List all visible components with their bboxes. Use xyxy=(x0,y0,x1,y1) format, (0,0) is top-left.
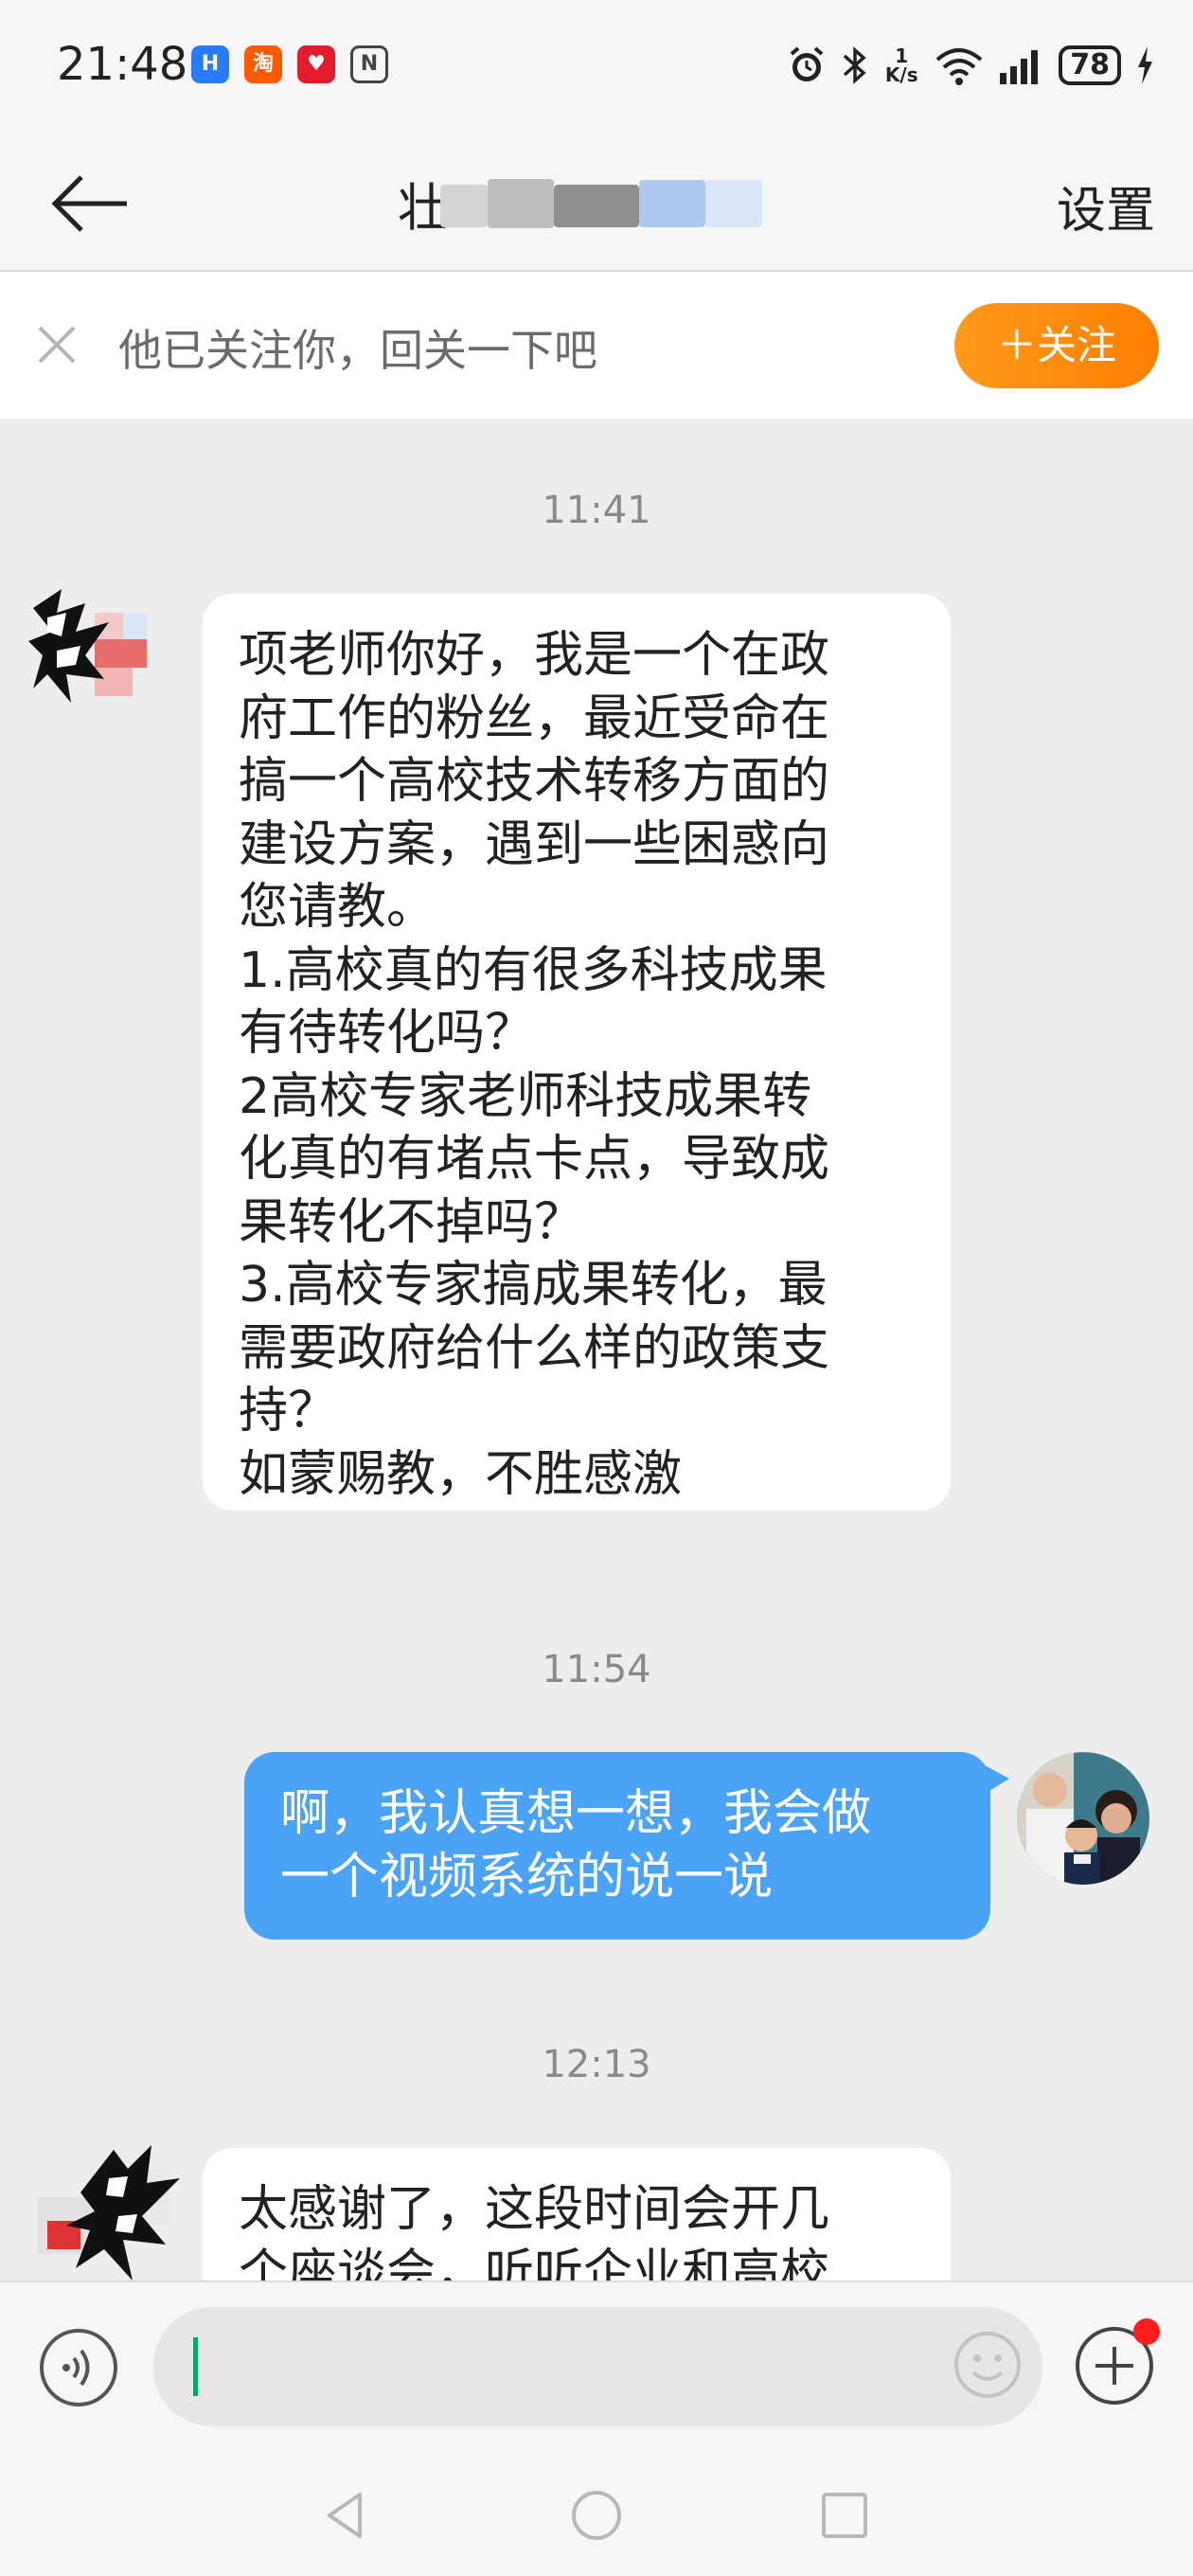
message-line: 您请教。 xyxy=(239,879,436,936)
close-icon[interactable] xyxy=(33,321,80,368)
network-speed-unit: K/s xyxy=(884,63,918,86)
message-line: 果转化不掉吗？ xyxy=(239,1193,584,1251)
message-line: 个座谈会，听听企业和高校 xyxy=(239,2244,830,2281)
message-line: 2高校专家老师科技成果转 xyxy=(239,1067,812,1125)
message-line: 搞一个高校技术转移方面的 xyxy=(239,753,830,810)
follow-prompt-text: 他已关注你，回关一下吧 xyxy=(118,325,597,376)
message-timestamp: 12:13 xyxy=(542,2043,651,2086)
bluetooth-icon xyxy=(844,46,866,84)
message-text: 太感谢了，这段时间会开几 个座谈会，听听企业和高校 xyxy=(239,2178,829,2281)
wifi-icon xyxy=(935,48,983,85)
contact-avatar[interactable] xyxy=(38,2140,218,2281)
message-line: 持？ xyxy=(239,1383,338,1440)
message-text: 项老师你好，我是一个在政 府工作的粉丝，最近受命在 搞一个高校技术转移方面的 建… xyxy=(239,624,829,1506)
message-line: 如蒙赐教，不胜感激 xyxy=(239,1445,683,1503)
network-speed: 1 K/s xyxy=(882,46,920,84)
title-redaction xyxy=(705,180,762,227)
charging-icon xyxy=(1138,46,1152,84)
notification-dot xyxy=(1133,2318,1160,2345)
signal-icon xyxy=(1000,50,1039,84)
chat-title: 壮 xyxy=(398,166,805,242)
follow-button[interactable]: ＋关注 xyxy=(954,303,1159,388)
nav-recents-icon[interactable] xyxy=(816,2487,873,2544)
message-line: 3.高校专家搞成果转化，最 xyxy=(239,1257,828,1314)
message-line: 建设方案，遇到一些困惑向 xyxy=(239,815,830,873)
nav-back-icon[interactable] xyxy=(318,2487,375,2544)
message-timestamp: 11:41 xyxy=(542,489,651,532)
nfc-icon: N xyxy=(350,45,388,83)
network-speed-value: 1 xyxy=(895,45,909,67)
message-line: 啊，我认真想一想，我会做 xyxy=(280,1785,872,1842)
message-line: 府工作的粉丝，最近受命在 xyxy=(239,689,830,747)
emoji-icon[interactable] xyxy=(950,2327,1025,2403)
message-line: 一个视频系统的说一说 xyxy=(280,1848,774,1905)
chat-header: 壮 设置 xyxy=(0,133,1193,272)
outgoing-message-bubble[interactable]: 啊，我认真想一想，我会做 一个视频系统的说一说 xyxy=(244,1752,990,1940)
message-input[interactable] xyxy=(153,2307,1042,2426)
follow-banner: 他已关注你，回关一下吧 ＋关注 xyxy=(0,272,1193,419)
message-list[interactable]: 11:41 项老师你好，我是一个在政 府工作的粉丝，最近受命在 搞一个高校技术转… xyxy=(0,419,1193,2281)
back-arrow-icon[interactable] xyxy=(47,161,133,246)
message-line: 需要政府给什么样的政策支 xyxy=(239,1319,830,1377)
bubble-tail xyxy=(985,1765,1009,1794)
title-redaction xyxy=(639,180,705,227)
message-line: 1.高校真的有很多科技成果 xyxy=(239,941,828,999)
title-redaction xyxy=(488,179,554,228)
nav-home-icon[interactable] xyxy=(568,2487,625,2544)
message-input-bar xyxy=(0,2281,1193,2453)
status-icons: 1 K/s 78 xyxy=(786,42,1155,89)
title-redaction xyxy=(554,185,639,227)
my-avatar[interactable] xyxy=(1017,1752,1149,1885)
battery-icon: 78 xyxy=(1059,45,1121,85)
settings-button[interactable]: 设置 xyxy=(1057,170,1155,242)
incoming-message-bubble[interactable]: 项老师你好，我是一个在政 府工作的粉丝，最近受命在 搞一个高校技术转移方面的 建… xyxy=(203,594,951,1511)
taobao-icon: 淘 xyxy=(244,45,282,83)
status-time: 21:48 xyxy=(57,38,188,91)
incoming-message-bubble[interactable]: 太感谢了，这段时间会开几 个座谈会，听听企业和高校 xyxy=(203,2148,951,2281)
text-cursor xyxy=(193,2337,198,2396)
app-red-icon: ♥ xyxy=(297,45,335,83)
message-text: 啊，我认真想一想，我会做 一个视频系统的说一说 xyxy=(280,1782,871,1908)
message-timestamp: 11:54 xyxy=(542,1648,651,1691)
message-line: 有待转化吗？ xyxy=(239,1005,535,1062)
system-nav-bar xyxy=(0,2451,1193,2576)
message-line: 太感谢了，这段时间会开几 xyxy=(239,2181,830,2238)
message-line: 项老师你好，我是一个在政 xyxy=(239,627,830,684)
title-redaction xyxy=(440,185,488,227)
alarm-icon xyxy=(790,46,824,81)
contact-avatar[interactable] xyxy=(28,584,161,717)
status-bar: 21:48 H 淘 ♥ N 1 K/s 78 xyxy=(0,0,1193,133)
voice-input-icon[interactable] xyxy=(38,2327,119,2408)
app-blue-icon: H xyxy=(191,45,229,83)
message-line: 化真的有堵点卡点，导致成 xyxy=(239,1131,830,1188)
